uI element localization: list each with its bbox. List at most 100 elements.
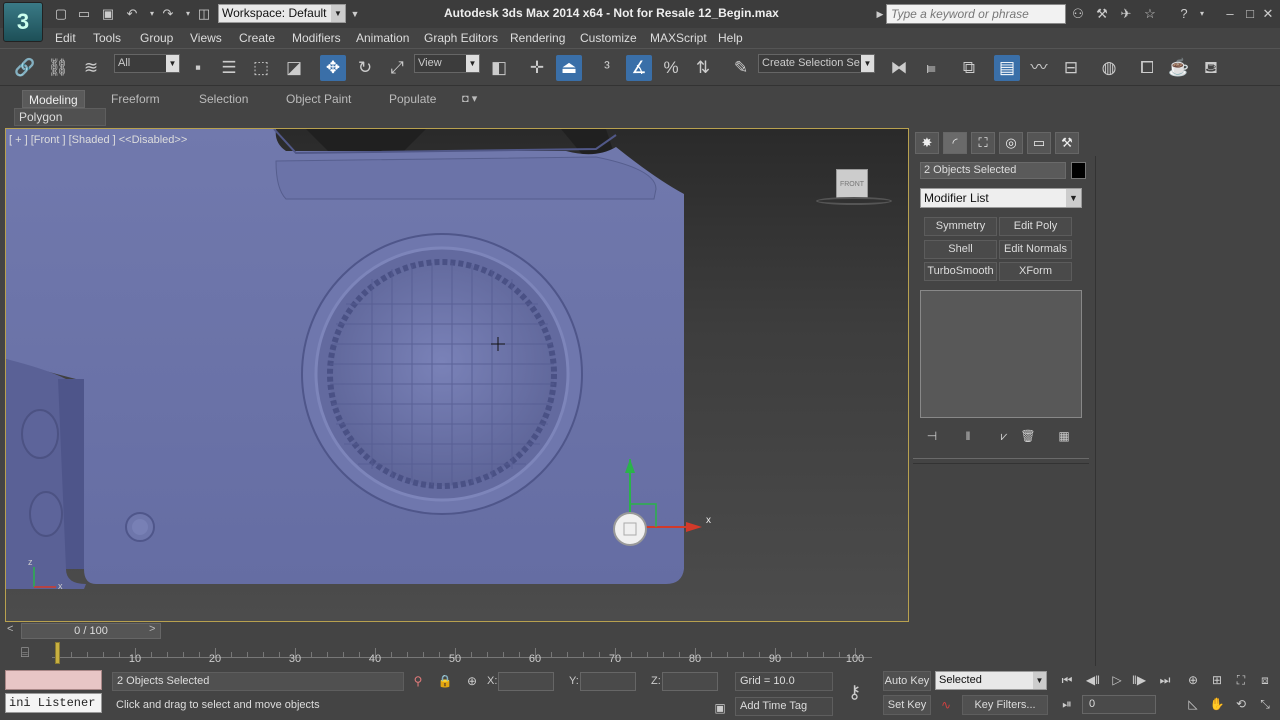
create-tab-icon[interactable]: ✸	[915, 132, 939, 154]
pin-stack-icon[interactable]: ⊣	[923, 428, 941, 444]
select-and-rotate-icon[interactable]: ↻	[352, 55, 378, 81]
spinner-snap-icon[interactable]: ⇅	[690, 55, 716, 81]
time-slider-prev[interactable]: <	[7, 623, 13, 635]
rectangular-selection-icon[interactable]: ⬚	[248, 55, 274, 81]
menu-help[interactable]: Help	[718, 31, 743, 45]
utilities-tab-icon[interactable]: ⚒	[1055, 132, 1079, 154]
pivot-center-icon[interactable]: ◧	[486, 55, 512, 81]
schematic-view-icon[interactable]: ⊟	[1058, 55, 1084, 81]
search-input[interactable]: Type a keyword or phrase	[886, 4, 1066, 24]
bind-space-warp-icon[interactable]: ≋	[78, 55, 104, 81]
project-folder-icon[interactable]: ◫	[196, 6, 212, 22]
tab-modeling[interactable]: Modeling	[22, 90, 85, 108]
workspace-dropdown[interactable]: Workspace: Default ▼	[218, 4, 346, 23]
current-frame-field[interactable]: 0	[1082, 695, 1156, 714]
show-end-result-icon[interactable]: ‖	[959, 428, 977, 444]
turbosmooth-button[interactable]: TurboSmooth	[924, 262, 997, 281]
time-tag-icon[interactable]: ▣	[712, 700, 728, 716]
menu-animation[interactable]: Animation	[356, 31, 409, 45]
default-tangent-icon[interactable]: ∿	[935, 695, 957, 715]
render-setup-icon[interactable]: ⧠	[1134, 55, 1160, 81]
ribbon-panel-polygon-modeling[interactable]: Polygon Modeling	[14, 108, 106, 140]
menu-maxscript[interactable]: MAXScript	[650, 31, 707, 45]
object-color-swatch[interactable]	[1071, 162, 1086, 179]
symmetry-button[interactable]: Symmetry	[924, 217, 997, 236]
menu-group[interactable]: Group	[140, 31, 173, 45]
maximize-icon[interactable]: □	[1242, 6, 1258, 22]
play-icon[interactable]: ▷	[1106, 670, 1128, 690]
modifier-stack[interactable]	[920, 290, 1082, 418]
help-icon[interactable]: ?	[1176, 6, 1192, 22]
select-manipulate-icon[interactable]: ✛	[524, 55, 550, 81]
time-slider-next[interactable]: >	[149, 623, 155, 635]
close-icon[interactable]: ✕	[1260, 6, 1276, 22]
curve-editor-icon[interactable]: 〰	[1026, 55, 1052, 81]
redo-icon[interactable]: ↷	[160, 6, 176, 22]
go-to-start-icon[interactable]: ⏮	[1056, 670, 1078, 690]
minimize-icon[interactable]: –	[1222, 6, 1238, 22]
menu-modifiers[interactable]: Modifiers	[292, 31, 341, 45]
edit-normals-button[interactable]: Edit Normals	[999, 240, 1072, 259]
make-unique-icon[interactable]: ⩗	[995, 428, 1013, 444]
y-coordinate-field[interactable]	[580, 672, 636, 691]
front-viewport[interactable]: [ + ] [Front ] [Shaded ] <<Disabled>> FR…	[5, 128, 909, 622]
angle-snap-icon[interactable]: ∡	[626, 55, 652, 81]
selection-filter-dropdown[interactable]: All ▼	[114, 54, 180, 73]
modifier-list-dropdown[interactable]: Modifier List ▼	[920, 188, 1082, 208]
open-mini-curve-editor-icon[interactable]: ⌸	[14, 644, 36, 662]
x-coordinate-field[interactable]	[498, 672, 554, 691]
quick-access-overflow-icon[interactable]: ▼	[347, 6, 363, 22]
previous-frame-icon[interactable]: ◀‖	[1082, 670, 1104, 690]
key-selection-dropdown[interactable]: Selected ▼	[935, 671, 1047, 690]
zoom-extents-all-icon[interactable]: ⧈	[1254, 670, 1276, 690]
shell-button[interactable]: Shell	[924, 240, 997, 259]
absolute-relative-mode-icon[interactable]: ⊕	[464, 673, 480, 689]
go-to-end-icon[interactable]: ⏭	[1154, 670, 1176, 690]
scene-explorer-icon[interactable]: ▤	[994, 55, 1020, 81]
maxscript-mini-listener-top[interactable]	[5, 670, 102, 690]
menu-rendering[interactable]: Rendering	[510, 31, 565, 45]
hierarchy-tab-icon[interactable]: ⛶	[971, 132, 995, 154]
mirror-icon[interactable]: ⧓	[886, 55, 912, 81]
open-file-icon[interactable]: ▭	[76, 6, 92, 22]
set-key-button[interactable]: Set Key	[883, 695, 931, 715]
app-logo-icon[interactable]: 3	[3, 2, 43, 42]
select-object-icon[interactable]: ▪	[185, 55, 211, 81]
keyboard-shortcut-override-icon[interactable]: ⏏	[556, 55, 582, 81]
time-slider[interactable]: 0 / 100	[21, 623, 161, 639]
layer-manager-icon[interactable]: ⧉	[956, 55, 982, 81]
binoculars-icon[interactable]: ⚇	[1070, 6, 1086, 22]
isolate-selection-icon[interactable]: ⚲	[410, 673, 426, 689]
select-by-name-icon[interactable]: ☰	[216, 55, 242, 81]
field-of-view-icon[interactable]: ◺	[1182, 694, 1204, 714]
viewcube-compass-ring[interactable]	[816, 197, 892, 205]
menu-graph-editors[interactable]: Graph Editors	[424, 31, 498, 45]
ribbon-options-icon[interactable]: ◘ ▾	[462, 90, 477, 108]
edit-poly-button[interactable]: Edit Poly	[999, 217, 1072, 236]
next-frame-icon[interactable]: ‖▶	[1128, 670, 1150, 690]
display-tab-icon[interactable]: ▭	[1027, 132, 1051, 154]
save-file-icon[interactable]: ▣	[100, 6, 116, 22]
menu-customize[interactable]: Customize	[580, 31, 637, 45]
tab-freeform[interactable]: Freeform	[111, 90, 160, 108]
viewcube[interactable]: FRONT	[836, 169, 868, 199]
select-and-move-icon[interactable]: ✥	[320, 55, 346, 81]
edit-named-selection-icon[interactable]: ✎	[728, 55, 754, 81]
z-coordinate-field[interactable]	[662, 672, 718, 691]
zoom-extents-icon[interactable]: ⛶	[1230, 670, 1252, 690]
remove-modifier-icon[interactable]: 🗑	[1019, 428, 1037, 444]
orbit-icon[interactable]: ⟲	[1230, 694, 1252, 714]
maxscript-mini-listener[interactable]: ini Listener	[5, 693, 102, 713]
zoom-icon[interactable]: ⊕	[1182, 670, 1204, 690]
select-and-scale-icon[interactable]: ⤢	[384, 55, 410, 81]
undo-icon[interactable]: ↶	[124, 6, 140, 22]
undo-dropdown-icon[interactable]: ▾	[144, 6, 160, 22]
key-filters-button[interactable]: Key Filters...	[962, 695, 1048, 715]
help-dropdown-icon[interactable]: ▾	[1194, 6, 1210, 22]
menu-edit[interactable]: Edit	[55, 31, 76, 45]
select-and-link-icon[interactable]: 🔗	[12, 55, 38, 81]
pan-view-icon[interactable]: ✋	[1206, 694, 1228, 714]
align-icon[interactable]: ⫢	[918, 55, 944, 81]
add-time-tag-button[interactable]: Add Time Tag	[735, 697, 833, 716]
tab-object-paint[interactable]: Object Paint	[286, 90, 351, 108]
